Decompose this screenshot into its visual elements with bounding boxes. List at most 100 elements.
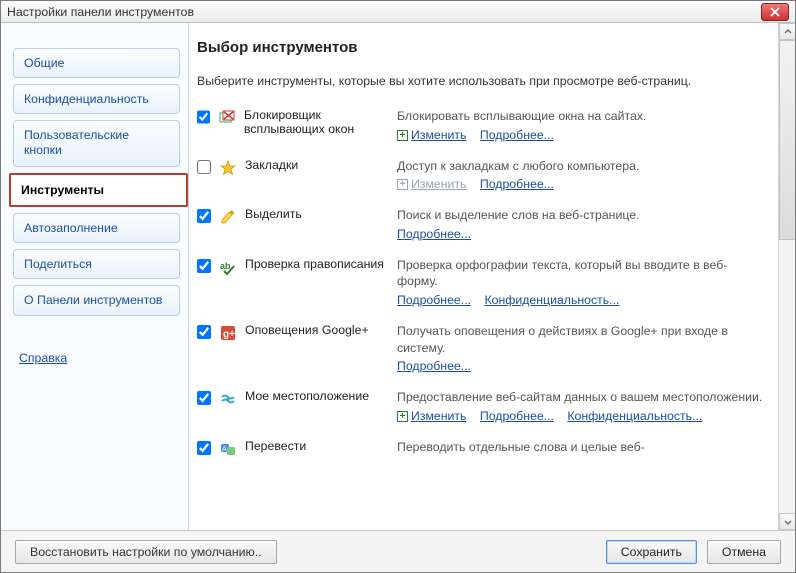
tool-right: Проверка орфографии текста, который вы в… [397,257,766,307]
tool-row: Мое местоположение Предоставление веб-са… [195,383,768,433]
sidebar-item-privacy[interactable]: Конфиденциальность [13,84,180,114]
sidebar: Общие Конфиденциальность Пользовательски… [1,23,189,530]
more-link[interactable]: Подробнее... [480,128,554,142]
tool-links: Подробнее... [397,227,766,241]
chevron-down-icon [784,518,792,526]
tool-row: Выделить Поиск и выделение слов на веб-с… [195,201,768,251]
footer: Восстановить настройки по умолчанию.. Со… [1,530,795,572]
tool-name: Проверка правописания [245,257,384,271]
scroll-up-button[interactable] [779,23,795,40]
save-button[interactable]: Сохранить [606,540,697,564]
tool-row: g+ Оповещения Google+ Получать оповещени… [195,317,768,383]
help-area: Справка [1,351,188,530]
svg-text:ab: ab [220,261,231,271]
scrollbar[interactable] [778,23,795,530]
tool-left: Блокировщик всплывающих окон [197,108,397,136]
tool-links: +Изменить Подробнее... [397,128,766,142]
tool-checkbox[interactable] [197,391,211,405]
svg-text:A: A [222,446,227,453]
tool-desc: Поиск и выделение слов на веб-странице. [397,207,766,224]
tool-row: Закладки Доступ к закладкам с любого ком… [195,152,768,202]
more-link[interactable]: Подробнее... [397,359,471,373]
tool-checkbox[interactable] [197,110,210,124]
sidebar-item-share[interactable]: Поделиться [13,249,180,279]
tool-desc: Блокировать всплывающие окна на сайтах. [397,108,766,125]
sidebar-item-autofill[interactable]: Автозаполнение [13,213,180,243]
reset-defaults-button[interactable]: Восстановить настройки по умолчанию.. [15,540,277,564]
tool-left: Мое местоположение [197,389,397,408]
window-title: Настройки панели инструментов [7,5,761,19]
titlebar: Настройки панели инструментов [1,1,795,23]
tool-links: Подробнее... Конфиденциальность... [397,293,766,307]
tool-links: +Изменить Подробнее... [397,177,766,191]
tool-desc: Переводить отдельные слова и целые веб- [397,439,766,456]
popup-blocker-icon [218,109,236,127]
close-icon [770,7,780,17]
tool-right: Переводить отдельные слова и целые веб- [397,439,766,459]
close-button[interactable] [761,3,789,21]
body: Общие Конфиденциальность Пользовательски… [1,23,795,530]
more-link[interactable]: Подробнее... [397,227,471,241]
tool-name: Закладки [245,158,298,172]
bookmarks-icon [219,159,237,177]
translate-icon: A [219,440,237,458]
cancel-button[interactable]: Отмена [707,540,781,564]
more-link[interactable]: Подробнее... [480,409,554,423]
settings-window: Настройки панели инструментов Общие Конф… [0,0,796,573]
tool-name: Оповещения Google+ [245,323,369,337]
tools-list: Блокировщик всплывающих окон Блокировать… [195,102,768,468]
tool-left: Закладки [197,158,397,177]
privacy-link[interactable]: Конфиденциальность... [484,293,619,307]
more-link[interactable]: Подробнее... [480,177,554,191]
tool-checkbox[interactable] [197,325,211,339]
tool-name: Выделить [245,207,302,221]
tool-right: Доступ к закладкам с любого компьютера. … [397,158,766,192]
tool-left: g+ Оповещения Google+ [197,323,397,342]
tool-row: A Перевести Переводить отдельные слова и… [195,433,768,469]
tool-name: Мое местоположение [245,389,369,403]
scroll-down-button[interactable] [779,513,795,530]
tool-row: Блокировщик всплывающих окон Блокировать… [195,102,768,152]
tool-desc: Проверка орфографии текста, который вы в… [397,257,766,290]
modify-link: +Изменить [397,177,466,191]
spellcheck-icon: ab [219,258,237,276]
content: Выбор инструментов Выберите инструменты,… [189,23,778,530]
tool-desc: Предоставление веб-сайтам данных о вашем… [397,389,766,406]
tool-right: Поиск и выделение слов на веб-странице. … [397,207,766,241]
tool-left: Выделить [197,207,397,226]
modify-link[interactable]: +Изменить [397,409,466,423]
sidebar-item-general[interactable]: Общие [13,48,180,78]
tool-desc: Доступ к закладкам с любого компьютера. [397,158,766,175]
tool-checkbox[interactable] [197,259,211,273]
sidebar-item-tools[interactable]: Инструменты [9,173,188,207]
plus-icon: + [397,411,408,422]
tool-checkbox[interactable] [197,441,211,455]
tool-row: ab Проверка правописания Проверка орфогр… [195,251,768,317]
tool-right: Предоставление веб-сайтам данных о вашем… [397,389,766,423]
chevron-up-icon [784,28,792,36]
tool-desc: Получать оповещения о действиях в Google… [397,323,766,356]
highlight-icon [219,208,237,226]
page-heading: Выбор инструментов [197,39,768,56]
plus-icon: + [397,130,408,141]
tool-name: Перевести [245,439,306,453]
tool-links: Подробнее... [397,359,766,373]
tool-checkbox[interactable] [197,209,211,223]
tool-checkbox[interactable] [197,160,211,174]
tool-right: Блокировать всплывающие окна на сайтах. … [397,108,766,142]
help-link[interactable]: Справка [19,351,67,365]
sidebar-item-custom-buttons[interactable]: Пользовательские кнопки [13,120,180,167]
page-instruction: Выберите инструменты, которые вы хотите … [197,74,768,88]
tool-links: +Изменить Подробнее... Конфиденциальност… [397,409,766,423]
tool-left: A Перевести [197,439,397,458]
scroll-track[interactable] [779,40,795,513]
google-plus-icon: g+ [219,324,237,342]
sidebar-item-about[interactable]: О Панели инструментов [13,285,180,316]
privacy-link[interactable]: Конфиденциальность... [567,409,702,423]
location-icon [219,390,237,408]
scroll-thumb[interactable] [779,40,795,240]
tool-right: Получать оповещения о действиях в Google… [397,323,766,373]
modify-link[interactable]: +Изменить [397,128,466,142]
more-link[interactable]: Подробнее... [397,293,471,307]
plus-icon: + [397,179,408,190]
